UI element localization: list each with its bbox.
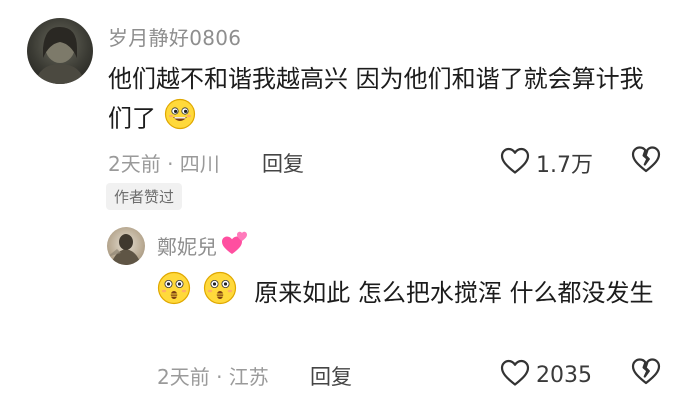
reply-meta: 2天前 · 江苏: [157, 365, 269, 389]
commenter-avatar[interactable]: [27, 18, 93, 84]
heart-outline-icon: [500, 359, 530, 391]
like-button[interactable]: 2035: [500, 357, 592, 393]
two-hearts-icon: [221, 230, 249, 261]
grinning-face-icon: [164, 98, 196, 141]
broken-heart-icon: [631, 358, 661, 391]
broken-heart-icon: [631, 146, 661, 179]
replier-avatar[interactable]: [107, 227, 145, 265]
author-liked-badge: 作者赞过: [106, 183, 183, 210]
avatar-photo: [35, 26, 85, 84]
replier-username[interactable]: 鄭妮兒: [157, 231, 217, 260]
reply-button[interactable]: 回复: [262, 148, 304, 178]
reply-body: 原来如此 怎么把水搅浑 什么都没发生: [254, 279, 654, 307]
comment-text: 他们越不和谐我越高兴 因为他们和谐了就会算计我们了: [108, 60, 648, 141]
dislike-button[interactable]: [631, 357, 661, 391]
like-count: 1.7万: [536, 153, 593, 178]
avatar-photo: [107, 234, 141, 265]
commenter-username[interactable]: 岁月静好0806: [108, 22, 241, 51]
zipper-mouth-surprised-icon: [203, 271, 237, 317]
zipper-mouth-surprised-icon: [157, 271, 191, 317]
comment-meta: 2天前 · 四川: [108, 152, 220, 176]
dislike-button[interactable]: [631, 145, 661, 179]
like-button[interactable]: 1.7万: [500, 145, 593, 181]
reply-button[interactable]: 回复: [310, 361, 352, 391]
heart-outline-icon: [500, 147, 530, 179]
replier-username-row: 鄭妮兒: [157, 230, 249, 261]
reply-text: 原来如此 怎么把水搅浑 什么都没发生: [157, 271, 657, 317]
like-count: 2035: [536, 362, 592, 388]
